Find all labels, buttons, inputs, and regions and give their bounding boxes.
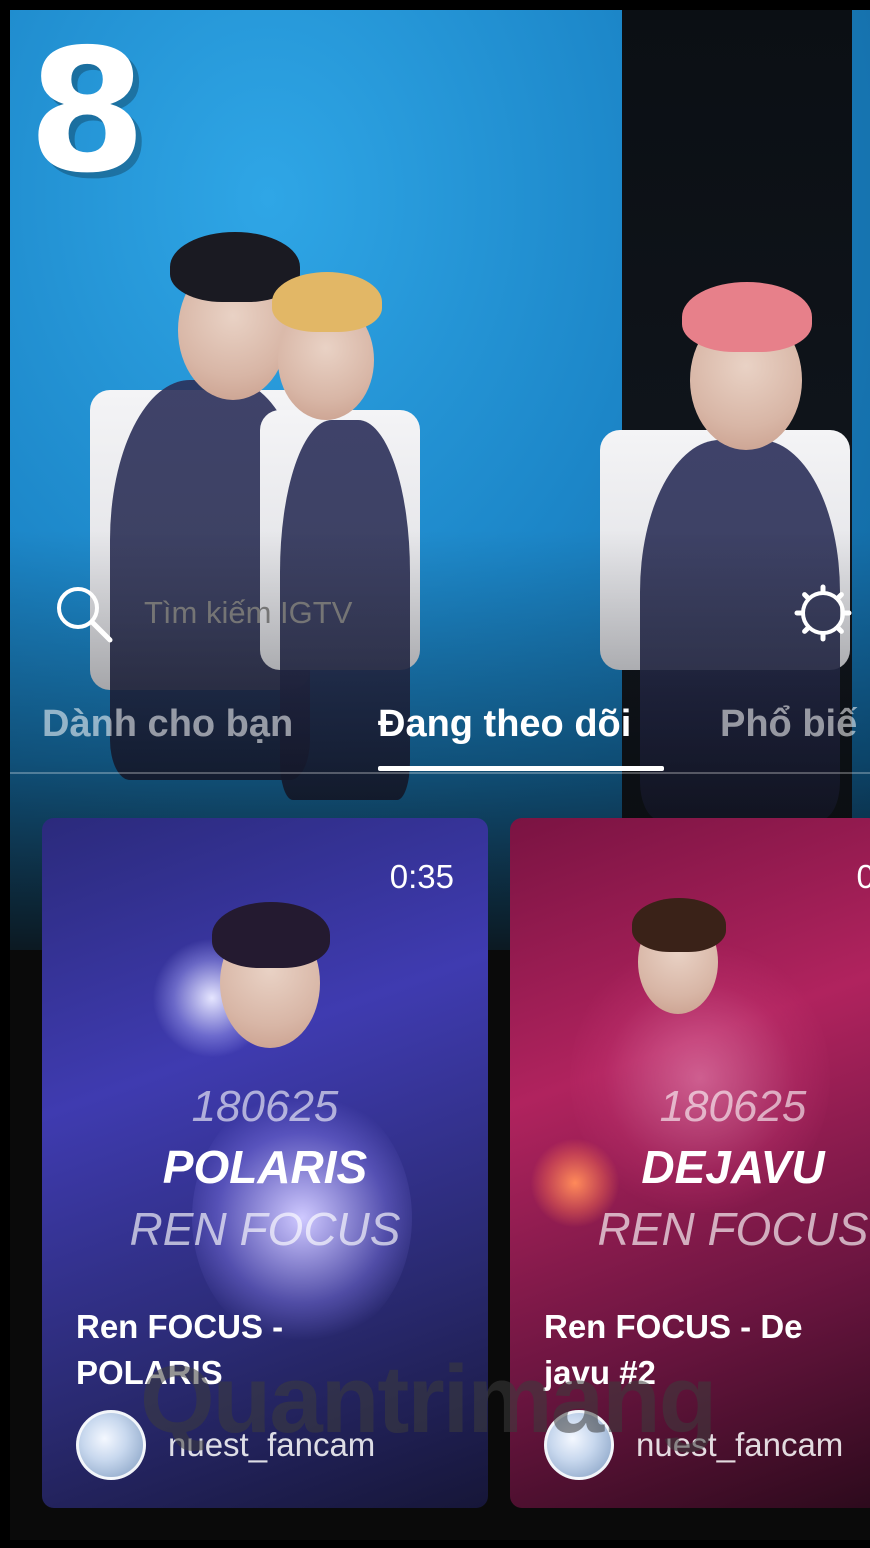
- video-duration: 0:: [856, 858, 870, 895]
- video-card[interactable]: 0:35 180625 POLARIS REN FOCUS Ren FOCUS …: [42, 818, 488, 1508]
- performer-hair: [272, 272, 382, 332]
- overlay-date: 180625: [191, 1082, 339, 1131]
- search-icon[interactable]: [48, 578, 118, 648]
- overlay-title: POLARIS: [162, 1141, 368, 1193]
- stage-digit: 8: [28, 13, 147, 211]
- active-tab-indicator: [378, 766, 664, 771]
- tab-following[interactable]: Đang theo dõi: [378, 692, 631, 756]
- video-card[interactable]: 0: 180625 DEJAVU REN FOCUS Ren FOCUS - D…: [510, 818, 870, 1508]
- channel-username[interactable]: nuest_fancam: [636, 1426, 843, 1464]
- video-duration: 0:35: [389, 858, 454, 895]
- gear-icon[interactable]: [788, 578, 858, 648]
- avatar[interactable]: [76, 1410, 146, 1480]
- tab-popular[interactable]: Phổ biế: [720, 692, 857, 756]
- performer-hair: [212, 902, 330, 968]
- search-input[interactable]: [142, 594, 788, 632]
- overlay-subtitle: REN FOCUS: [129, 1203, 401, 1255]
- video-title[interactable]: Ren FOCUS - POLARIS: [76, 1304, 336, 1396]
- overlay-subtitle: REN FOCUS: [597, 1203, 869, 1255]
- tab-for-you[interactable]: Dành cho bạn: [42, 692, 293, 756]
- channel-username[interactable]: nuest_fancam: [168, 1426, 375, 1464]
- igtv-screen: 8 Tìm kiếm IGTV Dành cho bạn Đang theo d…: [10, 10, 870, 1540]
- featured-video-background[interactable]: 8: [10, 10, 870, 950]
- search-bar[interactable]: [48, 578, 858, 648]
- performer-hair: [632, 898, 726, 952]
- feed-tabs: Dành cho bạn Đang theo dõi Phổ biế: [10, 692, 870, 772]
- overlay-title: DEJAVU: [641, 1141, 825, 1193]
- video-title[interactable]: Ren FOCUS - De javu #2: [544, 1304, 864, 1396]
- avatar[interactable]: [544, 1410, 614, 1480]
- tabs-divider: [10, 772, 870, 774]
- overlay-date: 180625: [659, 1082, 807, 1131]
- performer-hair: [682, 282, 812, 352]
